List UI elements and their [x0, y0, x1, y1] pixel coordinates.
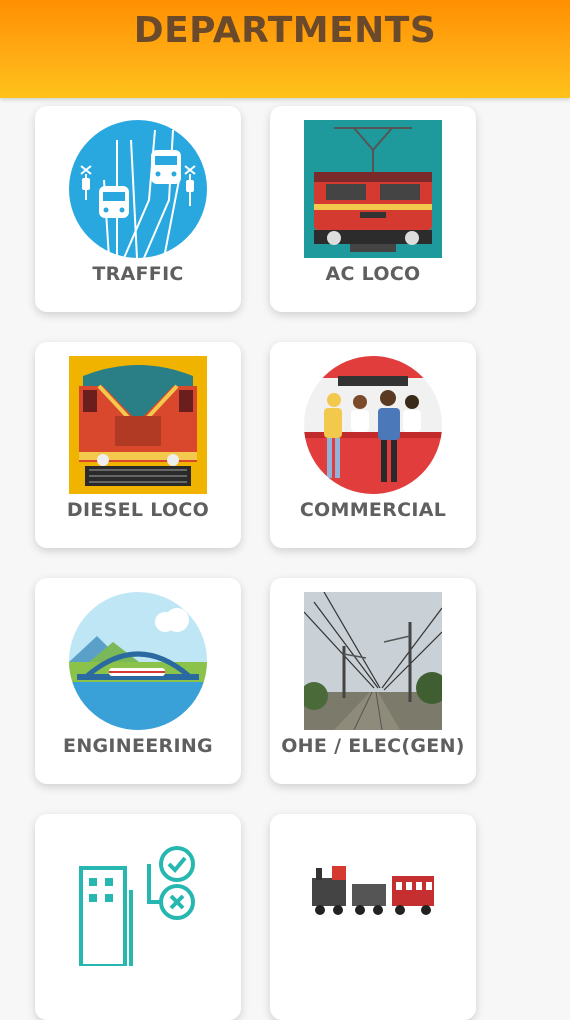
department-label: OHE / ELEC(GEN)	[281, 735, 465, 757]
freight-train-icon	[312, 866, 434, 915]
department-card-ohe-elec[interactable]: OHE / ELEC(GEN)	[270, 578, 476, 784]
office-building-tasks-icon	[79, 846, 195, 966]
traffic-trains-icon	[69, 120, 207, 258]
ticket-counter-icon	[304, 356, 442, 494]
department-label: DIESEL LOCO	[66, 499, 210, 521]
department-card-engineering[interactable]: ENGINEERING	[35, 578, 241, 784]
department-label: COMMERCIAL	[299, 499, 447, 521]
department-label: AC LOCO	[325, 263, 421, 285]
app-header: DEPARTMENTS	[0, 0, 570, 98]
page-title: DEPARTMENTS	[133, 10, 437, 51]
department-label: ENGINEERING	[63, 735, 213, 757]
department-card-8[interactable]	[270, 814, 476, 1020]
diesel-locomotive-icon	[69, 356, 207, 494]
department-card-7[interactable]	[35, 814, 241, 1020]
bridge-train-icon	[69, 592, 207, 730]
electric-locomotive-icon	[304, 120, 442, 258]
department-label: TRAFFIC	[92, 263, 184, 285]
department-card-ac-loco[interactable]: AC LOCO	[270, 106, 476, 312]
overhead-lines-photo-icon	[304, 592, 442, 730]
department-card-diesel-loco[interactable]: DIESEL LOCO	[35, 342, 241, 548]
department-card-commercial[interactable]: COMMERCIAL	[270, 342, 476, 548]
department-card-traffic[interactable]: TRAFFIC	[35, 106, 241, 312]
